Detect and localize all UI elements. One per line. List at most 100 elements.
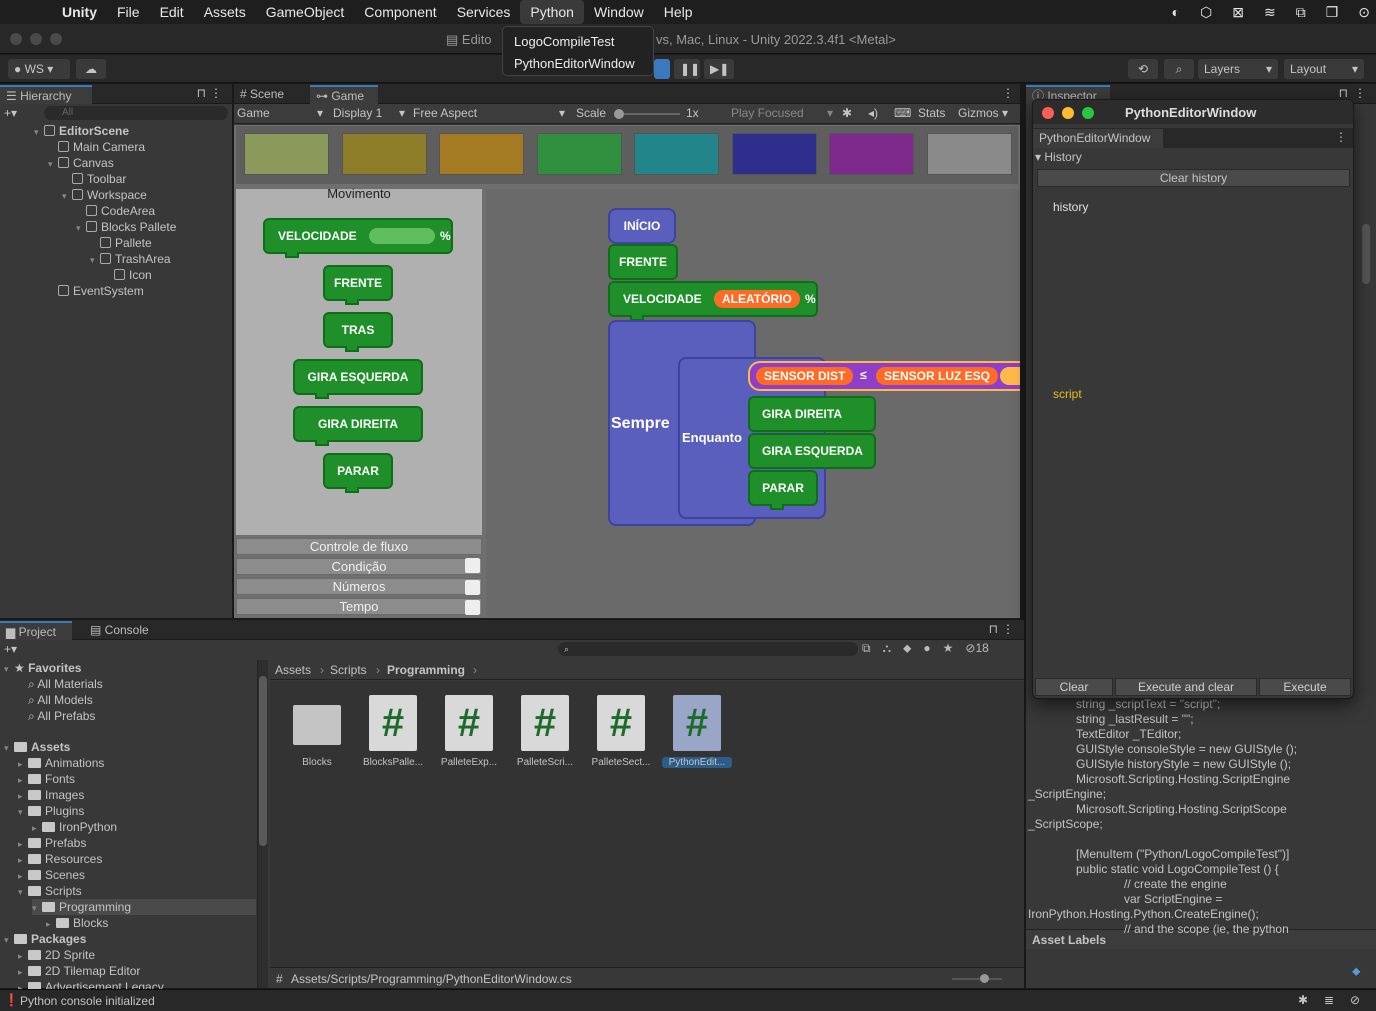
color-swatch[interactable]: [829, 133, 914, 175]
bug-icon[interactable]: ✱: [842, 106, 852, 120]
execute-button[interactable]: Execute: [1259, 678, 1351, 696]
cloud-button[interactable]: ☁: [76, 59, 106, 79]
asset-script[interactable]: # BlocksPalle...: [358, 695, 428, 768]
project-tree-item[interactable]: ⌕ All Materials: [18, 676, 103, 692]
category-tempo[interactable]: Tempo: [236, 598, 482, 615]
tab-pythoneditorwindow[interactable]: PythonEditorWindow: [1033, 129, 1163, 148]
k-app-icon[interactable]: ⊠: [1232, 4, 1244, 21]
project-tree-item[interactable]: ▸ Images: [18, 787, 84, 803]
menu-edit[interactable]: Edit: [150, 0, 194, 24]
tree-arrow-icon[interactable]: ▾: [76, 220, 86, 236]
project-tree-item[interactable]: ▾ Scripts: [18, 883, 82, 899]
game-mode-dropdown[interactable]: Game ▾: [237, 106, 323, 120]
bug-icon[interactable]: ✱: [1298, 993, 1308, 1007]
menu-python[interactable]: Python: [520, 0, 584, 24]
account-dropdown[interactable]: ● WS ▾: [8, 59, 70, 79]
menu-component[interactable]: Component: [354, 0, 446, 24]
menu-help[interactable]: Help: [654, 0, 703, 24]
menu-services[interactable]: Services: [447, 0, 521, 24]
tree-arrow-icon[interactable]: ▸: [18, 852, 28, 868]
tab-console[interactable]: ▤ Console: [84, 621, 156, 640]
tree-arrow-icon[interactable]: ▸: [32, 820, 42, 836]
color-swatch[interactable]: [927, 133, 1012, 175]
tree-scrollbar[interactable]: [258, 660, 268, 988]
lock-icon[interactable]: ⊓: [197, 86, 206, 100]
mute-icon[interactable]: ◂): [868, 106, 878, 120]
wind-icon[interactable]: ≋: [1264, 4, 1276, 21]
add-button[interactable]: +▾: [4, 106, 17, 120]
tree-arrow-icon[interactable]: ▾: [18, 884, 28, 900]
tree-arrow-icon[interactable]: ▾: [62, 188, 72, 204]
tree-arrow-icon[interactable]: ▾: [4, 740, 14, 756]
breadcrumb-programming[interactable]: Programming: [387, 663, 465, 677]
display-dropdown[interactable]: Display 1 ▾: [333, 106, 405, 120]
popup-close-button[interactable]: [1042, 107, 1054, 119]
history-button[interactable]: ⟲: [1128, 59, 1158, 79]
hierarchy-item[interactable]: EventSystem: [48, 283, 144, 299]
scale-slider[interactable]: [614, 109, 680, 119]
hierarchy-item[interactable]: ▾ TrashArea: [90, 251, 171, 267]
project-tree-item[interactable]: ▾ ★ Favorites: [4, 660, 81, 676]
project-tree-item[interactable]: ▸ 2D Tilemap Editor: [18, 963, 140, 979]
project-tree-item[interactable]: ▾ Programming: [32, 899, 256, 915]
close-window-button[interactable]: [10, 33, 22, 45]
hierarchy-item[interactable]: ▾ Canvas: [48, 155, 114, 171]
step-button[interactable]: ▶❚: [704, 59, 734, 79]
clear-history-button[interactable]: Clear history: [1037, 169, 1350, 187]
filter-type-icon[interactable]: ⛬: [883, 641, 891, 656]
tree-arrow-icon[interactable]: ▾: [4, 932, 14, 948]
color-swatch[interactable]: [244, 133, 329, 175]
hierarchy-item[interactable]: Icon: [104, 267, 152, 283]
sensor-dist-value[interactable]: SENSOR DIST: [756, 367, 854, 385]
hierarchy-item[interactable]: Toolbar: [62, 171, 126, 187]
tree-arrow-icon[interactable]: ▸: [18, 948, 28, 964]
code-block-parar[interactable]: PARAR: [748, 470, 818, 510]
tab-project[interactable]: ▆ Project: [0, 621, 72, 640]
layout-dropdown[interactable]: Layout ▾: [1284, 59, 1364, 79]
color-swatch[interactable]: [439, 133, 524, 175]
tab-hierarchy[interactable]: ☰ Hierarchy: [0, 85, 92, 104]
palette-block-parar[interactable]: PARAR: [323, 453, 393, 493]
execute-and-clear-button[interactable]: Execute and clear: [1115, 678, 1257, 696]
project-tree-item[interactable]: ▸ Fonts: [18, 771, 75, 787]
zoom-window-button[interactable]: [50, 33, 62, 45]
tab-game[interactable]: ⊶ Game: [310, 85, 378, 104]
tree-arrow-icon[interactable]: ▾: [48, 156, 58, 172]
hierarchy-item[interactable]: ▾ Blocks Pallete: [76, 219, 176, 235]
breadcrumb-scripts[interactable]: Scripts: [330, 663, 367, 677]
tree-arrow-icon[interactable]: ▾: [34, 124, 44, 140]
breadcrumb-assets[interactable]: Assets: [275, 663, 311, 677]
controlcenter-icon[interactable]: ⊙: [1358, 4, 1370, 21]
color-swatch[interactable]: [634, 133, 719, 175]
menu-gameobject[interactable]: GameObject: [256, 0, 355, 24]
split-icon[interactable]: ⧉: [1296, 4, 1306, 21]
project-tree-item[interactable]: ▸ Blocks: [46, 915, 108, 931]
color-swatch[interactable]: [732, 133, 817, 175]
velocidade-input[interactable]: [368, 227, 436, 245]
apple-icon[interactable]: [0, 0, 52, 24]
category-condicao[interactable]: Condição: [236, 558, 482, 575]
check-icon[interactable]: ⊘: [1350, 993, 1360, 1007]
status-text[interactable]: Python console initialized: [20, 994, 155, 1008]
category-controle-de-fluxo[interactable]: Controle de fluxo: [236, 538, 482, 555]
hierarchy-item[interactable]: ▾ EditorScene: [34, 123, 129, 139]
more-icon[interactable]: ⋮: [1354, 86, 1366, 100]
gizmos-button[interactable]: Gizmos ▾: [958, 106, 1008, 120]
project-tree-item[interactable]: ▸ IronPython: [32, 819, 117, 835]
tree-arrow-icon[interactable]: ▸: [18, 836, 28, 852]
code-block-frente[interactable]: FRENTE: [608, 244, 678, 280]
tree-arrow-icon[interactable]: ▸: [46, 916, 56, 932]
favorite-icon[interactable]: ★: [943, 641, 954, 656]
category-numeros[interactable]: Números: [236, 578, 482, 595]
project-tree-item[interactable]: ▸ Resources: [18, 851, 102, 867]
project-tree-item[interactable]: ▾ Assets: [4, 739, 70, 755]
inspector-scrollbar[interactable]: [1362, 224, 1370, 284]
color-swatch[interactable]: [342, 133, 427, 175]
popup-zoom-button[interactable]: [1082, 107, 1094, 119]
pause-button[interactable]: ❚❚: [674, 59, 700, 79]
asset-script[interactable]: # PalleteExp...: [434, 695, 504, 768]
code-block-gira-esquerda[interactable]: GIRA ESQUERDA: [748, 433, 876, 469]
palette-block-frente[interactable]: FRENTE: [323, 265, 393, 305]
color-swatch[interactable]: [537, 133, 622, 175]
script-area[interactable]: [1035, 374, 1353, 674]
